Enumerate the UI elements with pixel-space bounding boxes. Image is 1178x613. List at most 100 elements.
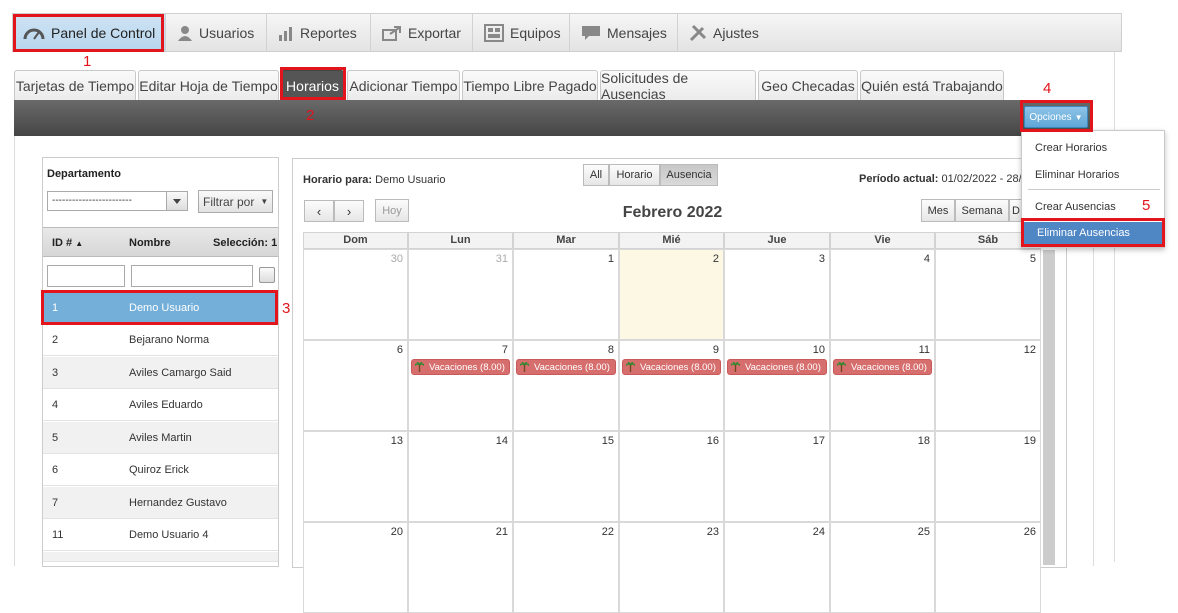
nav-usuarios[interactable]: Usuarios xyxy=(167,14,267,51)
day-number: 19 xyxy=(1023,435,1036,447)
absence-event[interactable]: Vacaciones (8.00) xyxy=(833,359,932,375)
event-label: Vacaciones (8.00) xyxy=(745,361,821,373)
calendar-day-cell[interactable]: 18 xyxy=(830,431,935,522)
calendar-day-cell[interactable]: 7 xyxy=(408,340,513,431)
tab-geo-checadas[interactable]: Geo Checadas xyxy=(758,70,858,100)
calendar-day-cell[interactable]: 24 xyxy=(724,522,830,613)
calendar-day-cell[interactable]: 19 xyxy=(935,431,1041,522)
calendar-day-cell[interactable]: 3 xyxy=(724,249,830,340)
absence-event[interactable]: Vacaciones (8.00) xyxy=(411,359,510,375)
row-id: 11 xyxy=(52,529,64,541)
view-week-button[interactable]: Semana xyxy=(955,199,1009,222)
day-number: 16 xyxy=(706,435,719,447)
palm-tree-icon xyxy=(520,362,529,372)
column-id[interactable]: ID # ▲ xyxy=(52,237,83,249)
table-row[interactable]: 5 Aviles Martin xyxy=(43,422,278,454)
filter-by-button[interactable]: Filtrar por ▼ xyxy=(198,190,273,213)
calendar-day-cell[interactable]: 17 xyxy=(724,431,830,522)
absence-event[interactable]: Vacaciones (8.00) xyxy=(516,359,616,375)
schedule-for-label: Horario para: xyxy=(303,174,373,186)
name-filter-input[interactable] xyxy=(131,265,253,287)
nav-exportar[interactable]: Exportar xyxy=(372,14,473,51)
nav-equipos[interactable]: Equipos xyxy=(474,14,570,51)
tab-editar-hoja-de-tiempo[interactable]: Editar Hoja de Tiempo xyxy=(138,70,279,100)
weekday-header: Mié xyxy=(619,232,724,249)
event-label: Vacaciones (8.00) xyxy=(429,361,505,373)
filter-horario-button[interactable]: Horario xyxy=(609,164,660,186)
absence-event[interactable]: Vacaciones (8.00) xyxy=(727,359,827,375)
calendar-day-cell[interactable]: 21 xyxy=(408,522,513,613)
calendar-day-cell[interactable]: 9 xyxy=(619,340,724,431)
calendar-day-cell[interactable]: 25 xyxy=(830,522,935,613)
tab-tiempo-libre-pagado[interactable]: Tiempo Libre Pagado xyxy=(462,70,598,100)
event-label: Vacaciones (8.00) xyxy=(534,361,610,373)
calendar-day-cell[interactable]: 13 xyxy=(303,431,408,522)
calendar-day-cell[interactable]: 4 xyxy=(830,249,935,340)
view-month-button[interactable]: Mes xyxy=(921,199,955,222)
table-row[interactable]: 7 Hernandez Gustavo xyxy=(43,487,278,519)
select-all-checkbox[interactable] xyxy=(259,267,275,283)
tab-quien-esta-trabajando[interactable]: Quién está Trabajando xyxy=(860,70,1004,100)
calendar-day-cell[interactable]: 2 xyxy=(619,249,724,340)
table-row[interactable]: 2 Bejarano Norma xyxy=(43,324,278,356)
menu-item-eliminar-horarios[interactable]: Eliminar Horarios xyxy=(1022,164,1164,186)
export-icon xyxy=(382,25,401,41)
weekday-header: Jue xyxy=(724,232,830,249)
tab-tarjetas-de-tiempo[interactable]: Tarjetas de Tiempo xyxy=(14,70,136,100)
menu-item-crear-horarios[interactable]: Crear Horarios xyxy=(1022,137,1164,159)
table-row[interactable]: 11 Demo Usuario 4 xyxy=(43,519,278,551)
filter-all-button[interactable]: All xyxy=(583,164,609,186)
day-number: 3 xyxy=(818,253,825,265)
calendar-day-cell[interactable]: 6 xyxy=(303,340,408,431)
row-name: Hernandez Gustavo xyxy=(129,497,227,509)
sort-asc-icon: ▲ xyxy=(75,239,84,248)
id-filter-input[interactable] xyxy=(47,265,125,287)
filter-ausencia-button[interactable]: Ausencia xyxy=(660,164,718,186)
page-border xyxy=(1114,52,1115,562)
day-number: 22 xyxy=(601,526,614,538)
calendar-day-cell[interactable]: 12 xyxy=(935,340,1041,431)
calendar-day-cell[interactable]: 23 xyxy=(619,522,724,613)
calendar-day-cell[interactable]: 15 xyxy=(513,431,619,522)
today-button[interactable]: Hoy xyxy=(375,199,409,222)
tab-adicionar-tiempo[interactable]: Adicionar Tiempo xyxy=(347,70,460,100)
message-icon xyxy=(582,25,600,40)
calendar-day-cell[interactable]: 26 xyxy=(935,522,1041,613)
calendar-day-cell[interactable]: 22 xyxy=(513,522,619,613)
next-month-button[interactable]: › xyxy=(334,200,364,222)
column-selection: Selección: 1 xyxy=(213,237,278,249)
main-navbar: Panel de Control Usuarios Reportes Expor… xyxy=(12,13,1122,52)
user-icon xyxy=(178,25,192,41)
nav-reportes[interactable]: Reportes xyxy=(268,14,371,51)
weekday-header: Dom xyxy=(303,232,408,249)
table-row[interactable]: 4 Aviles Eduardo xyxy=(43,389,278,421)
row-name: Quiroz Erick xyxy=(129,464,189,476)
nav-mensajes[interactable]: Mensajes xyxy=(571,14,678,51)
calendar-day-cell[interactable]: 16 xyxy=(619,431,724,522)
department-select-arrow[interactable] xyxy=(166,191,188,211)
calendar-day-cell[interactable]: 14 xyxy=(408,431,513,522)
table-row[interactable]: 3 Aviles Camargo Said xyxy=(43,357,278,389)
calendar-day-cell[interactable]: 31 xyxy=(408,249,513,340)
day-number: 30 xyxy=(390,253,403,265)
tab-solicitudes-de-ausencias[interactable]: Solicitudes de Ausencias xyxy=(600,70,756,102)
calendar-day-cell[interactable]: 1 xyxy=(513,249,619,340)
caret-down-icon: ▼ xyxy=(260,197,269,206)
calendar-day-cell[interactable]: 10 xyxy=(724,340,830,431)
calendar-day-cell[interactable]: 11 xyxy=(830,340,935,431)
row-id: 7 xyxy=(52,497,59,509)
annotation-number-5: 5 xyxy=(1142,197,1151,214)
prev-month-button[interactable]: ‹ xyxy=(304,200,334,222)
day-number: 11 xyxy=(918,344,930,356)
calendar-day-cell[interactable]: 30 xyxy=(303,249,408,340)
calendar-day-cell[interactable]: 5 xyxy=(935,249,1041,340)
nav-ajustes[interactable]: Ajustes xyxy=(679,14,769,51)
table-row[interactable]: 6 Quiroz Erick xyxy=(43,454,278,486)
employee-grid-header: ID # ▲ Nombre Selección: 1 xyxy=(43,227,278,257)
calendar-day-cell[interactable]: 8 xyxy=(513,340,619,431)
calendar-day-cell[interactable]: 20 xyxy=(303,522,408,613)
day-number: 23 xyxy=(706,526,719,538)
absence-event[interactable]: Vacaciones (8.00) xyxy=(622,359,721,375)
scrollbar[interactable] xyxy=(1043,250,1055,565)
column-name[interactable]: Nombre xyxy=(129,237,171,249)
